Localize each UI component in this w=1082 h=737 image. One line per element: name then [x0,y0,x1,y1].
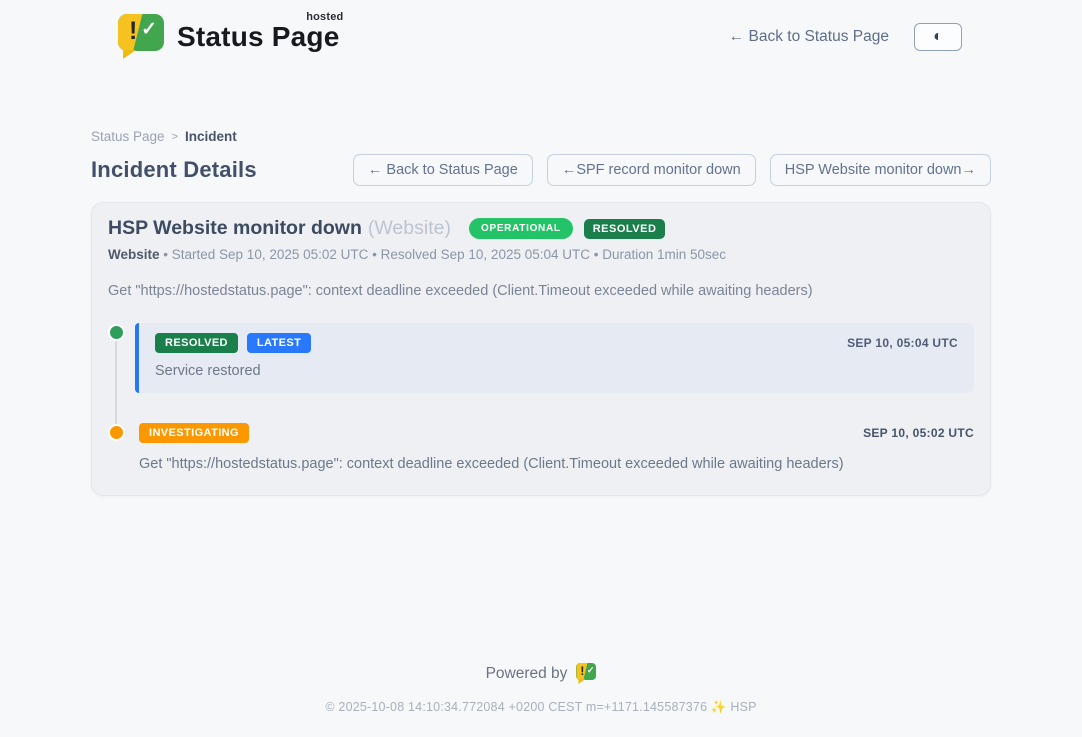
bubble-tail [123,50,136,59]
status-page-logo-icon: ! ✓ [118,14,164,60]
incident-meta: Website • Started Sep 10, 2025 05:02 UTC… [108,247,974,262]
back-to-status-page-button[interactable]: ← Back to Status Page [353,154,533,186]
timeline-entry-header: RESOLVED LATEST SEP 10, 05:04 UTC [155,333,958,353]
timeline-timestamp: SEP 10, 05:02 UTC [863,426,974,440]
brand-superscript: hosted [306,11,343,23]
next-incident-button[interactable]: HSP Website monitor down→ [770,154,991,186]
incident-description: Get "https://hostedstatus.page": context… [108,283,974,299]
powered-by[interactable]: Powered by ! ✓ [486,663,597,684]
resolved-state-badge: RESOLVED [584,219,666,239]
check-icon: ✓ [141,18,157,41]
back-to-status-page-link[interactable]: ← Back to Status Page [729,28,889,46]
timeline-timestamp: SEP 10, 05:04 UTC [847,336,958,350]
investigating-badge: INVESTIGATING [139,423,249,443]
footer: Powered by ! ✓ © 2025-10-08 14:10:34.772… [0,663,1082,715]
resolved-badge: RESOLVED [155,333,238,353]
timeline-highlight-box: RESOLVED LATEST SEP 10, 05:04 UTC Servic… [135,323,974,393]
brand-logo[interactable]: ! ✓ Status Page hosted [118,14,339,60]
timeline-dot-orange-icon [108,424,125,441]
latest-badge: LATEST [247,333,311,353]
header-actions: ← Back to Status Page ◐ [729,23,962,51]
timeline-entry-content: INVESTIGATING SEP 10, 05:02 UTC Get "htt… [139,423,974,472]
prev-incident-button[interactable]: ←SPF record monitor down [547,154,756,186]
main-content: Status Page > Incident Incident Details … [91,129,991,496]
incident-meta-details: • Started Sep 10, 2025 05:02 UTC • Resol… [163,247,726,262]
brand-name: Status Page hosted [177,21,339,53]
exclamation-icon: ! [129,17,137,46]
timeline-entry-header: INVESTIGATING SEP 10, 05:02 UTC [139,423,974,443]
brand-text: Status Page [177,21,339,52]
theme-toggle-button[interactable]: ◐ [914,23,962,51]
incident-service-name: Website [108,247,160,262]
breadcrumb-status-page[interactable]: Status Page [91,129,165,144]
header: ! ✓ Status Page hosted ← Back to Status … [0,0,1082,60]
title-row: Incident Details ← Back to Status Page ←… [91,154,991,186]
incident-scope: (Website) [368,217,451,240]
incident-title: HSP Website monitor down [108,217,362,240]
operational-status-badge: OPERATIONAL [469,218,573,239]
page-title: Incident Details [91,157,257,183]
timeline-dot-green-icon [108,324,125,341]
mini-exclamation-icon: ! [580,664,584,678]
incident-nav-buttons: ← Back to Status Page ←SPF record monito… [353,154,991,186]
incident-timeline: RESOLVED LATEST SEP 10, 05:04 UTC Servic… [108,323,974,472]
mini-speech-bubble-icon: ! ✓ [576,663,596,680]
breadcrumb: Status Page > Incident [91,129,991,144]
powered-by-label: Powered by [486,665,568,683]
half-circle-theme-icon: ◐ [933,29,943,45]
speech-bubble-icon: ! ✓ [118,14,164,51]
incident-title-row: HSP Website monitor down (Website) OPERA… [108,217,974,240]
copyright-line: © 2025-10-08 14:10:34.772084 +0200 CEST … [0,700,1082,715]
timeline-entry-investigating: INVESTIGATING SEP 10, 05:02 UTC Get "htt… [108,423,974,472]
timeline-message: Service restored [155,363,958,379]
mini-check-icon: ✓ [587,665,595,676]
timeline-entry-resolved: RESOLVED LATEST SEP 10, 05:04 UTC Servic… [108,323,974,393]
timeline-message: Get "https://hostedstatus.page": context… [139,456,974,472]
breadcrumb-separator-icon: > [172,131,178,143]
incident-card: HSP Website monitor down (Website) OPERA… [91,202,991,496]
status-page-mini-logo-icon[interactable]: ! ✓ [576,663,596,684]
breadcrumb-incident: Incident [185,129,237,144]
